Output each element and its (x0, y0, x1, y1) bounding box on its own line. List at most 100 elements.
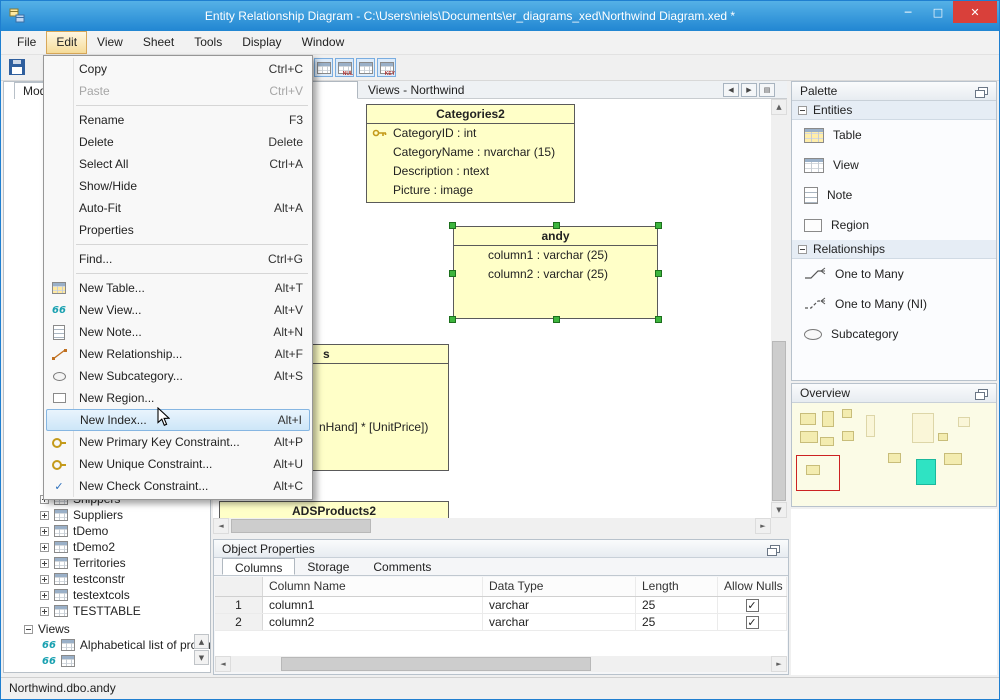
vscroll-thumb[interactable] (772, 341, 786, 501)
tree-item-tdemo[interactable]: tDemo (4, 523, 108, 539)
palette-item-one-to-many-ni[interactable]: One to Many (NI) (792, 289, 996, 319)
toolbar-toggle-nullability[interactable]: NUL (335, 58, 354, 77)
tree-item-tdemo2[interactable]: tDemo2 (4, 539, 115, 555)
expand-icon[interactable] (40, 558, 49, 568)
cell-data-type[interactable]: varchar (483, 614, 636, 630)
er-table-categories2[interactable]: Categories2 CategoryID : int CategoryNam… (366, 104, 575, 203)
selection-handle[interactable] (449, 222, 456, 229)
tree-item-testextcols[interactable]: testextcols (4, 587, 130, 603)
menu-item-auto-fit[interactable]: Auto-Fit Alt+A (44, 197, 312, 219)
collapse-icon[interactable] (798, 105, 807, 115)
er-table-adsproducts2[interactable]: ADSProducts2 (219, 501, 449, 518)
toolbar-toggle-keys[interactable]: KEY (377, 58, 396, 77)
menu-item-find[interactable]: Find... Ctrl+G (44, 248, 312, 270)
menu-item-new-table[interactable]: New Table... Alt+T (44, 277, 312, 299)
save-icon[interactable] (9, 59, 25, 75)
collapse-icon[interactable] (24, 624, 33, 634)
next-sheet-button[interactable]: ▶ (741, 83, 757, 97)
allow-nulls-checkbox[interactable]: ✓ (745, 615, 759, 629)
expand-icon[interactable] (40, 574, 49, 584)
palette-item-view[interactable]: View (792, 150, 996, 180)
tab-comments[interactable]: Comments (361, 558, 443, 575)
cell-length[interactable]: 25 (636, 614, 718, 630)
menu-edit[interactable]: Edit (46, 31, 88, 54)
float-panel-icon[interactable] (767, 544, 780, 556)
expand-icon[interactable] (40, 606, 49, 616)
tree-item-territories[interactable]: Territories (4, 555, 126, 571)
selection-handle[interactable] (449, 270, 456, 277)
menu-item-show-hide[interactable]: Show/Hide (44, 175, 312, 197)
selection-handle[interactable] (655, 270, 662, 277)
menu-item-new-subcategory[interactable]: New Subcategory... Alt+S (44, 365, 312, 387)
tree-item-suppliers[interactable]: Suppliers (4, 507, 123, 523)
tree-item-testtable[interactable]: TESTTABLE (4, 603, 141, 619)
menu-item-delete[interactable]: Delete Delete (44, 131, 312, 153)
toolbar-toggle-rows[interactable] (356, 58, 375, 77)
menu-item-select-all[interactable]: Select All Ctrl+A (44, 153, 312, 175)
menu-tools[interactable]: Tools (184, 31, 232, 54)
menu-sheet[interactable]: Sheet (133, 31, 184, 54)
cell-length[interactable]: 25 (636, 597, 718, 613)
scroll-up-arrow[interactable]: ▲ (771, 99, 787, 115)
overview-viewport[interactable] (796, 455, 840, 491)
scroll-right-arrow[interactable]: ► (771, 656, 787, 672)
sheet-list-button[interactable]: ▤ (759, 83, 775, 97)
menu-file[interactable]: File (7, 31, 46, 54)
selection-handle[interactable] (553, 316, 560, 323)
tree-node-views[interactable]: Views (4, 621, 70, 637)
expand-icon[interactable] (40, 526, 49, 536)
menu-view[interactable]: View (87, 31, 133, 54)
toolbar-toggle-datatypes[interactable] (314, 58, 333, 77)
menu-item-new-note[interactable]: New Note... Alt+N (44, 321, 312, 343)
properties-hscrollbar[interactable]: ◄ ► (215, 656, 787, 672)
hscroll-thumb[interactable] (231, 519, 371, 533)
cell-column-name[interactable]: column1 (263, 597, 483, 613)
scroll-left-arrow[interactable]: ◄ (213, 518, 229, 534)
prev-sheet-button[interactable]: ◀ (723, 83, 739, 97)
tab-storage[interactable]: Storage (295, 558, 361, 575)
palette-item-region[interactable]: Region (792, 210, 996, 240)
overview-minimap[interactable] (792, 403, 996, 506)
minimize-button[interactable]: ─ (893, 1, 923, 23)
canvas-vscrollbar[interactable]: ▲ ▼ (771, 99, 787, 518)
er-table-andy[interactable]: andy column1 : varchar (25) column2 : va… (449, 222, 662, 323)
palette-group-relationships[interactable]: Relationships (792, 240, 996, 259)
expand-icon[interactable] (40, 590, 49, 600)
tab-columns[interactable]: Columns (222, 558, 296, 575)
menu-display[interactable]: Display (232, 31, 291, 54)
palette-group-entities[interactable]: Entities (792, 101, 996, 120)
selection-handle[interactable] (553, 222, 560, 229)
selection-handle[interactable] (655, 316, 662, 323)
float-panel-icon[interactable] (975, 87, 988, 98)
expand-icon[interactable] (40, 510, 49, 520)
hscroll-thumb[interactable] (281, 657, 591, 671)
tree-item-testconstr[interactable]: testconstr (4, 571, 125, 587)
menu-item-new-unique-constraint[interactable]: New Unique Constraint... Alt+U (44, 453, 312, 475)
tree-item-partial[interactable]: 66 (4, 653, 75, 669)
expand-icon[interactable] (40, 542, 49, 552)
palette-item-subcategory[interactable]: Subcategory (792, 319, 996, 349)
allow-nulls-checkbox[interactable]: ✓ (745, 598, 759, 612)
menu-item-new-primary-key-constraint[interactable]: New Primary Key Constraint... Alt+P (44, 431, 312, 453)
menu-item-new-region[interactable]: New Region... (44, 387, 312, 409)
scroll-right-arrow[interactable]: ► (755, 518, 771, 534)
tree-item-alphabetical-list[interactable]: 66 Alphabetical list of produ (4, 637, 211, 653)
float-panel-icon[interactable] (975, 389, 988, 400)
selection-handle[interactable] (449, 316, 456, 323)
menu-window[interactable]: Window (292, 31, 355, 54)
palette-item-one-to-many[interactable]: One to Many (792, 259, 996, 289)
tree-scroll-down[interactable]: ▼ (194, 650, 209, 665)
tab-views-northwind[interactable]: Views - Northwind (358, 81, 474, 99)
scroll-down-arrow[interactable]: ▼ (771, 502, 787, 518)
menu-item-new-check-constraint[interactable]: ✓ New Check Constraint... Alt+C (44, 475, 312, 497)
menu-item-new-index[interactable]: New Index... Alt+I (46, 409, 310, 431)
menu-item-rename[interactable]: Rename F3 (44, 109, 312, 131)
palette-item-table[interactable]: Table (792, 120, 996, 150)
menu-item-new-relationship[interactable]: New Relationship... Alt+F (44, 343, 312, 365)
collapse-icon[interactable] (798, 244, 807, 254)
cell-data-type[interactable]: varchar (483, 597, 636, 613)
menu-item-properties[interactable]: Properties (44, 219, 312, 241)
scroll-left-arrow[interactable]: ◄ (215, 656, 231, 672)
cell-column-name[interactable]: column2 (263, 614, 483, 630)
menu-item-new-view[interactable]: 66 New View... Alt+V (44, 299, 312, 321)
